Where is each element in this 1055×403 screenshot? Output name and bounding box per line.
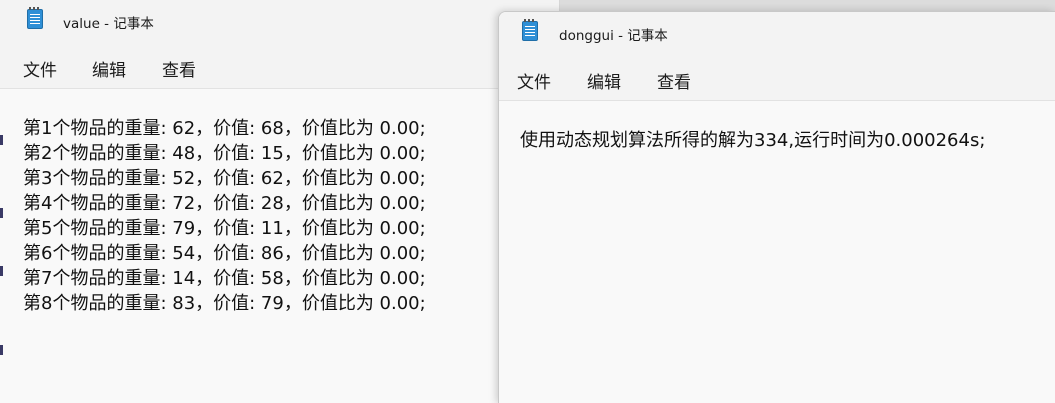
window-title: value - 记事本 — [63, 16, 154, 32]
notepad-window-donggui: donggui - 记事本 文件 编辑 查看 使用动态规划算法所得的解为334,… — [498, 11, 1055, 403]
menu-view[interactable]: 查看 — [657, 68, 691, 93]
text-line: 第6个物品的重量: 54，价值: 86，价值比为 0.00; — [23, 243, 426, 264]
background-window-edge — [0, 208, 3, 218]
text-editor[interactable]: 第1个物品的重量: 62，价值: 68，价值比为 0.00; 第2个物品的重量:… — [0, 89, 559, 403]
background-window-edge — [0, 345, 3, 355]
notepad-window-value: value - 记事本 文件 编辑 查看 第1个物品的重量: 62，价值: 68… — [0, 0, 560, 403]
notepad-icon — [522, 19, 538, 41]
title-bar[interactable]: value - 记事本 — [0, 0, 559, 40]
menu-edit[interactable]: 编辑 — [587, 68, 621, 93]
menu-edit[interactable]: 编辑 — [92, 56, 126, 81]
menu-view[interactable]: 查看 — [162, 56, 196, 81]
background-window-edge — [0, 266, 3, 276]
text-line: 第2个物品的重量: 48，价值: 15，价值比为 0.00; — [23, 143, 426, 164]
text-line: 第4个物品的重量: 72，价值: 28，价值比为 0.00; — [23, 193, 426, 214]
notepad-icon — [27, 7, 43, 29]
text-editor[interactable]: 使用动态规划算法所得的解为334,运行时间为0.000264s; — [499, 101, 1055, 403]
text-line: 第3个物品的重量: 52，价值: 62，价值比为 0.00; — [23, 168, 426, 189]
title-bar[interactable]: donggui - 记事本 — [499, 12, 1055, 52]
menu-bar: 文件 编辑 查看 — [0, 40, 559, 89]
menu-file[interactable]: 文件 — [517, 68, 551, 93]
window-title: donggui - 记事本 — [559, 28, 668, 44]
text-line: 第5个物品的重量: 79，价值: 11，价值比为 0.00; — [23, 218, 426, 239]
text-line: 使用动态规划算法所得的解为334,运行时间为0.000264s; — [520, 130, 986, 151]
background-window-edge — [0, 135, 3, 145]
text-line: 第7个物品的重量: 14，价值: 58，价值比为 0.00; — [23, 268, 426, 289]
menu-bar: 文件 编辑 查看 — [499, 52, 1055, 101]
text-line: 第1个物品的重量: 62，价值: 68，价值比为 0.00; — [23, 118, 426, 139]
text-line: 第8个物品的重量: 83，价值: 79，价值比为 0.00; — [23, 293, 426, 314]
menu-file[interactable]: 文件 — [23, 56, 57, 81]
